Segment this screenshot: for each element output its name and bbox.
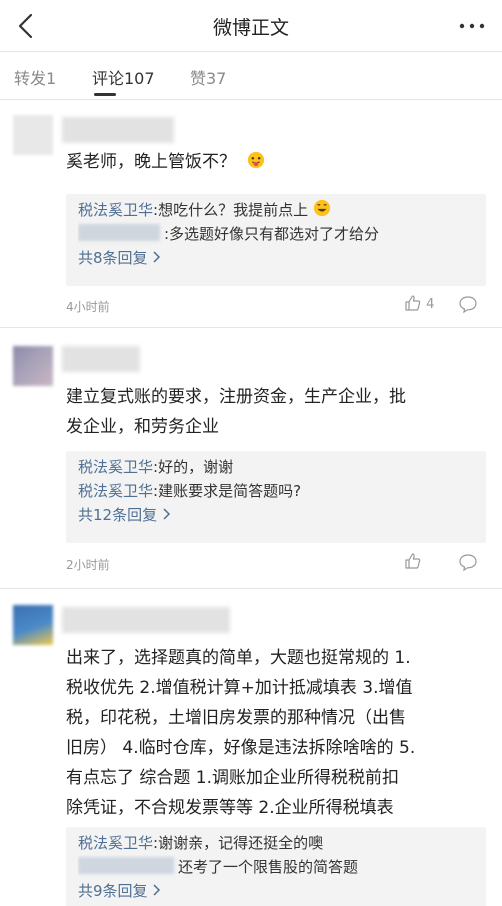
reply-text: 还考了一个限售股的简答题 [178,858,359,876]
reply-line: 税法奚卫华:建账要求是简答题吗? [78,479,474,503]
chevron-right-icon [153,251,161,263]
reply-author-link[interactable]: 税法奚卫华 [78,458,153,476]
reply-text: :想吃什么？我提前点上 [153,201,309,219]
reply-text: :好的，谢谢 [153,458,234,476]
timestamp: 2小时前 [66,558,110,572]
thumbs-up-icon [405,553,421,569]
tab-bar: 转发1 评论107 赞37 [0,52,502,100]
tab-comments[interactable]: 评论107 [92,65,155,89]
reply-button[interactable] [458,552,482,574]
reply-box: 税法奚卫华:想吃什么？我提前点上 :多选题好像只有都选对了才给分 共8条回复 [66,194,486,286]
reply-author-blurred[interactable] [78,224,160,241]
like-count: 4 [426,297,435,312]
tab-active-indicator [94,93,116,96]
comment-bubble-icon [459,554,477,572]
tab-reposts[interactable]: 转发1 [14,65,56,89]
view-more-replies-link[interactable]: 共9条回复 [78,879,162,903]
reply-box: 税法奚卫华:好的，谢谢 税法奚卫华:建账要求是简答题吗? 共12条回复 [66,451,486,543]
more-button[interactable] [452,12,492,40]
reply-author-link[interactable]: 税法奚卫华 [78,201,153,219]
reply-text: :建账要求是简答题吗? [153,482,302,500]
reply-line: 税法奚卫华:好的，谢谢 [78,455,474,479]
navigation-bar: 微博正文 [0,0,502,52]
avatar[interactable] [13,346,53,386]
grin-emoji-icon [313,199,330,217]
like-button[interactable] [404,552,444,574]
chevron-right-icon [163,508,170,520]
reply-line: 还考了一个限售股的简答题 [78,855,474,879]
comment-bubble-icon [459,296,477,314]
reply-line: :多选题好像只有都选对了才给分 [78,222,474,246]
username-blurred[interactable] [62,346,140,372]
reply-line: 税法奚卫华:谢谢亲，记得还挺全的噢 [78,831,474,855]
comment-text: 建立复式账的要求，注册资金，生产企业，批 发企业，和劳务企业 [66,387,406,437]
reply-author-blurred[interactable] [78,857,174,874]
tongue-emoji-icon [248,151,265,169]
more-dots-icon [459,23,485,29]
timestamp: 4小时前 [66,300,110,314]
reply-line: 税法奚卫华:想吃什么？我提前点上 [78,198,474,222]
comment-text: 奚老师，晚上管饭不？ [66,147,482,177]
reply-box: 税法奚卫华:谢谢亲，记得还挺全的噢 还考了一个限售股的简答题 共9条回复 [66,827,486,906]
comment-text: 出来了，选择题真的简单，大题也挺常规的 1. 税收优先 2.增值税计算+加计抵减… [66,648,416,818]
thumbs-up-icon [405,295,421,311]
divider [0,588,502,589]
reply-author-link[interactable]: 税法奚卫华 [78,482,153,500]
avatar[interactable] [13,605,53,645]
view-more-replies-link[interactable]: 共8条回复 [78,246,162,270]
view-more-replies-link[interactable]: 共12条回复 [78,503,172,527]
username-blurred[interactable] [62,117,174,143]
divider [0,327,502,328]
avatar[interactable] [13,115,53,155]
like-button[interactable]: 4 [404,294,444,316]
reply-text: :多选题好像只有都选对了才给分 [164,225,380,243]
username-blurred[interactable] [62,607,230,633]
tab-likes[interactable]: 赞37 [190,65,226,89]
page-title: 微博正文 [212,17,289,39]
reply-author-link[interactable]: 税法奚卫华 [78,834,153,852]
chevron-right-icon [153,884,161,896]
reply-text: :谢谢亲，记得还挺全的噢 [153,834,324,852]
reply-button[interactable] [458,294,482,316]
